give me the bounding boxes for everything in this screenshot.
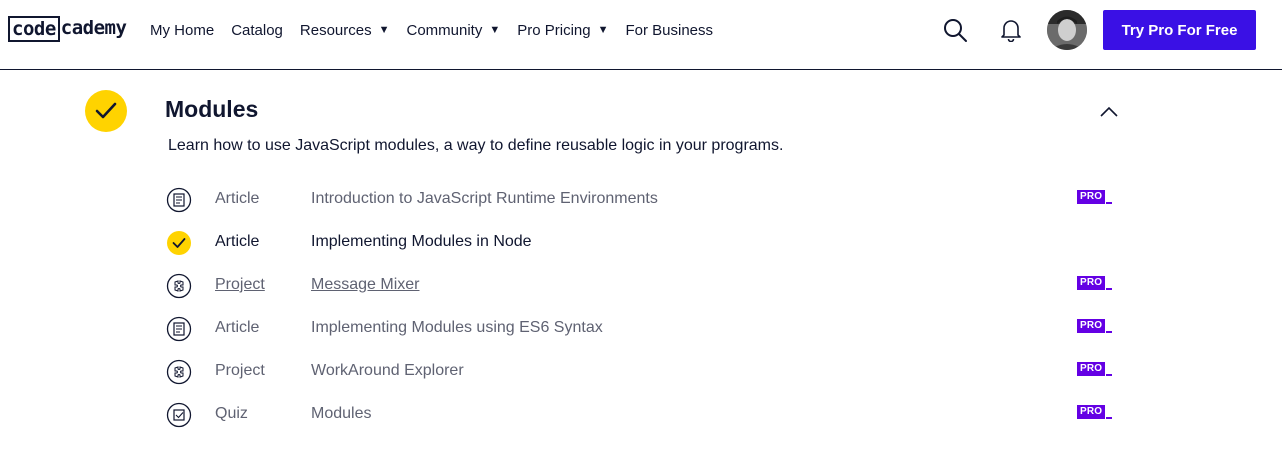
quiz-icon — [166, 402, 192, 428]
caret-down-icon: ▼ — [489, 24, 501, 36]
pro-badge: PRO — [1077, 362, 1115, 376]
caret-down-icon: ▼ — [378, 24, 390, 36]
list-item[interactable]: Project Message Mixer PRO — [166, 271, 1122, 301]
nav-label: Pro Pricing — [517, 21, 591, 39]
avatar[interactable] — [1047, 10, 1087, 50]
item-title[interactable]: Message Mixer — [311, 276, 419, 294]
list-item[interactable]: Article Implementing Modules in Node — [166, 228, 1122, 258]
item-title: Introduction to JavaScript Runtime Envir… — [311, 190, 658, 207]
pro-badge: PRO — [1077, 190, 1115, 204]
codecademy-logo[interactable]: code cademy — [8, 16, 127, 42]
top-navigation: code cademy My Home Catalog Resources ▼ Co… — [0, 0, 1282, 70]
search-icon[interactable] — [941, 16, 969, 44]
nav-community[interactable]: Community ▼ — [406, 22, 500, 39]
nav-label: Catalog — [231, 21, 283, 39]
check-icon — [166, 230, 192, 256]
collapse-chevron-up-icon[interactable] — [1098, 101, 1120, 123]
module-complete-check-icon — [85, 90, 127, 132]
pro-badge-label: PRO — [1077, 190, 1106, 204]
nav-label: Resources — [299, 21, 372, 39]
item-type: Article — [215, 190, 260, 207]
pro-badge-label: PRO — [1077, 362, 1106, 376]
try-pro-button[interactable]: Try Pro For Free — [1103, 10, 1256, 50]
caret-down-icon: ▼ — [597, 24, 609, 36]
nav-my-home[interactable]: My Home — [150, 22, 214, 39]
item-title: Implementing Modules in Node — [311, 233, 532, 250]
list-item[interactable]: Project WorkAround Explorer PRO — [166, 357, 1122, 387]
pro-badge-label: PRO — [1077, 276, 1106, 290]
item-type: Quiz — [215, 405, 248, 422]
article-icon — [166, 187, 192, 213]
pro-badge-label: PRO — [1077, 319, 1106, 333]
nav-resources[interactable]: Resources ▼ — [300, 22, 390, 39]
article-icon — [166, 316, 192, 342]
project-icon — [166, 359, 192, 385]
item-title: Modules — [311, 405, 372, 422]
nav-catalog[interactable]: Catalog — [231, 22, 283, 39]
list-item[interactable]: Article Introduction to JavaScript Runti… — [166, 185, 1122, 215]
item-title: Implementing Modules using ES6 Syntax — [311, 319, 603, 336]
pro-badge: PRO — [1077, 405, 1115, 419]
nav-pro-pricing[interactable]: Pro Pricing ▼ — [517, 22, 608, 39]
bell-icon[interactable] — [997, 16, 1025, 44]
item-type: Article — [215, 319, 260, 336]
pro-badge: PRO — [1077, 276, 1115, 290]
module-title: Modules — [165, 96, 259, 122]
item-type: Project — [215, 362, 265, 379]
pro-badge: PRO — [1077, 319, 1115, 333]
module-description: Learn how to use JavaScript modules, a w… — [168, 137, 784, 154]
main-nav: My Home Catalog Resources ▼ Community ▼ Pr… — [150, 0, 730, 60]
logo-code: code — [8, 16, 60, 42]
item-type[interactable]: Project — [215, 276, 265, 294]
logo-cademy: cademy — [60, 17, 127, 39]
item-type: Article — [215, 233, 260, 250]
list-item[interactable]: Quiz Modules PRO — [166, 400, 1122, 430]
list-item[interactable]: Article Implementing Modules using ES6 S… — [166, 314, 1122, 344]
nav-label: My Home — [150, 21, 215, 39]
pro-badge-label: PRO — [1077, 405, 1106, 419]
nav-label: For Business — [625, 21, 714, 39]
item-title: WorkAround Explorer — [311, 362, 464, 379]
nav-for-business[interactable]: For Business — [625, 22, 713, 39]
nav-label: Community — [406, 21, 483, 39]
project-icon — [166, 273, 192, 299]
